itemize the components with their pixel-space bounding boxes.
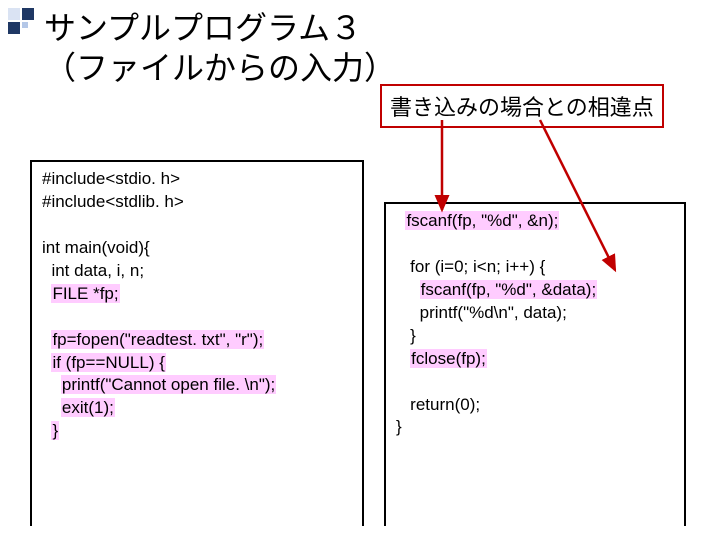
code-column-left: #include<stdio. h> #include<stdlib. h> i… [30,160,364,526]
note-text: 書き込みの場合との相違点 [390,95,654,120]
title-line2: （ファイルからの入力） [44,50,396,86]
code-highlight: exit(1); [61,398,115,417]
code-indent [396,349,410,368]
code-highlight: FILE *fp; [51,284,119,303]
title-line1: サンプルプログラム３ [44,10,362,46]
code-highlight: fclose(fp); [410,349,487,368]
code-indent [42,375,61,394]
code-line: int data, i, n; [42,261,144,280]
code-line: return(0); [396,395,480,414]
slide-title: サンプルプログラム３ （ファイルからの入力） [44,8,396,88]
code-indent [42,398,61,417]
code-highlight: printf("Cannot open file. \n"); [61,375,276,394]
code-line: for (i=0; i<n; i++) { [396,257,545,276]
code-line: #include<stdlib. h> [42,192,184,211]
code-highlight: } [51,421,59,440]
code-line: } [396,326,416,345]
code-column-right: fscanf(fp, "%d", &n); for (i=0; i<n; i++… [384,202,686,526]
code-line: printf("%d\n", data); [396,303,567,322]
code-indent [396,280,420,299]
title-bullet-icon [8,8,36,36]
code-highlight: fscanf(fp, "%d", &data); [420,280,598,299]
note-box: 書き込みの場合との相違点 [380,84,664,128]
code-highlight: if (fp==NULL) { [51,353,165,372]
code-line: } [396,417,402,436]
code-highlight: fscanf(fp, "%d", &n); [405,211,559,230]
code-line: int main(void){ [42,238,150,257]
code-highlight: fp=fopen("readtest. txt", "r"); [51,330,264,349]
code-line: #include<stdio. h> [42,169,180,188]
